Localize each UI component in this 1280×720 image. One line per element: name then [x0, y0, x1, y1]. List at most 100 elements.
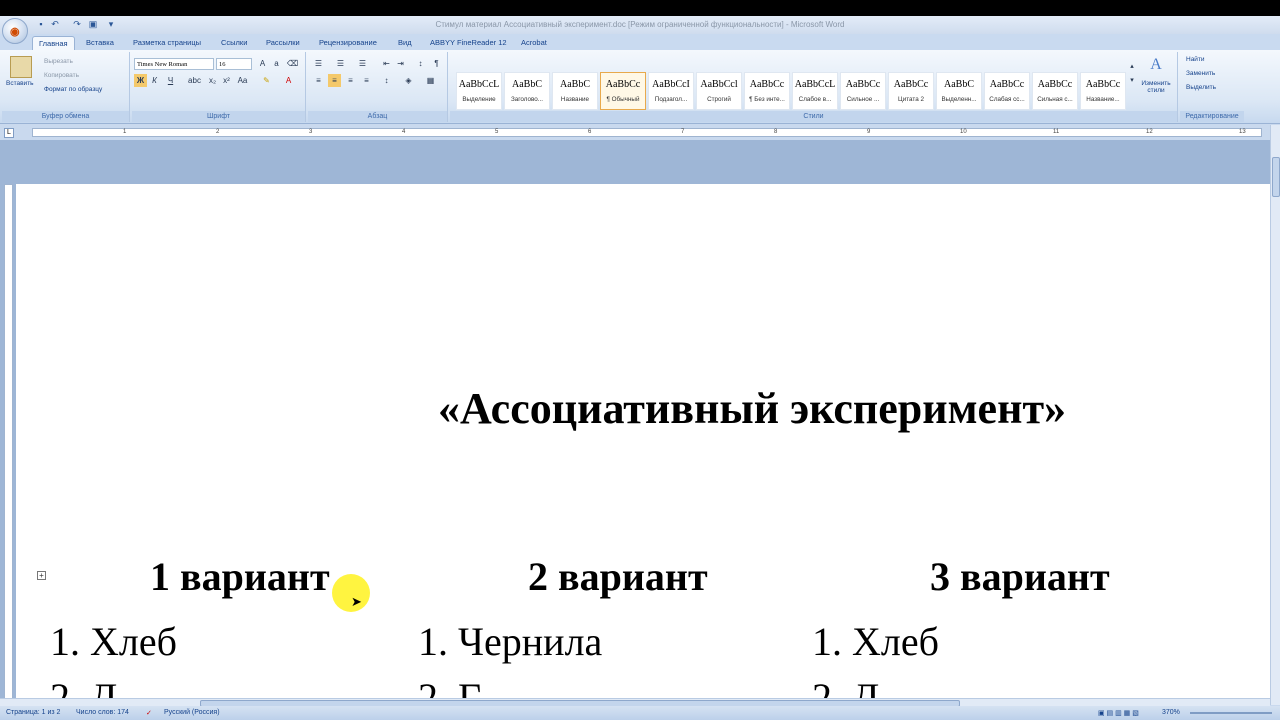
style-item[interactable]: AaBbCc Цитата 2	[888, 72, 934, 110]
proofing-icon[interactable]: ✓	[146, 709, 152, 717]
numbering-icon[interactable]: ☰	[334, 57, 347, 70]
vertical-scroll-thumb[interactable]	[1272, 157, 1280, 197]
line-spacing-icon[interactable]: ↕	[380, 74, 393, 87]
paste-button[interactable]: Вставить	[6, 80, 34, 87]
font-color-icon[interactable]: A	[282, 74, 295, 87]
italic-button[interactable]: К	[148, 74, 161, 87]
find-button[interactable]: Найти	[1186, 56, 1205, 63]
style-item[interactable]: AaBbCc Сильное ...	[840, 72, 886, 110]
align-left-icon[interactable]: ≡	[312, 74, 325, 87]
view-buttons-icon[interactable]: ▣ ▤ ▥ ▦ ▧	[1098, 709, 1139, 717]
style-item[interactable]: AaBbCc ¶ Без инте...	[744, 72, 790, 110]
editing-group: Найти Заменить Выделить Редактирование	[1180, 52, 1244, 122]
shading-icon[interactable]: ◈	[402, 74, 415, 87]
underline-button[interactable]: Ч	[164, 74, 177, 87]
style-item[interactable]: AaBbCc Сильная с...	[1032, 72, 1078, 110]
status-bar: Страница: 1 из 2 Число слов: 174 ✓ Русск…	[0, 706, 1280, 720]
style-sample: AaBbCc	[1037, 79, 1073, 90]
customize-qat-icon[interactable]: ▾	[106, 19, 116, 29]
editing-group-label: Редактирование	[1180, 111, 1244, 122]
style-item[interactable]: AaBbC Заголово...	[504, 72, 550, 110]
print-icon[interactable]: ▣	[88, 19, 98, 29]
style-item[interactable]: AaBbCcL Слабое в...	[792, 72, 838, 110]
align-center-icon[interactable]: ≡	[328, 74, 341, 87]
tab-review[interactable]: Рецензирование	[313, 36, 383, 50]
tab-abbyy[interactable]: ABBYY FineReader 12	[424, 36, 513, 50]
tab-home[interactable]: Главная	[32, 36, 75, 50]
zoom-level[interactable]: 370%	[1162, 709, 1180, 716]
strikethrough-icon[interactable]: abc	[188, 74, 201, 87]
borders-icon[interactable]: ▦	[424, 74, 437, 87]
superscript-icon[interactable]: x²	[220, 74, 233, 87]
style-item[interactable]: AaBbCc ¶ Обычный	[600, 72, 646, 110]
align-right-icon[interactable]: ≡	[344, 74, 357, 87]
style-name: Выделенн...	[941, 96, 977, 103]
paragraph-group: ☰ ☰ ☰ ⇤ ⇥ ↕ ¶ ≡ ≡ ≡ ≡ ↕ ◈ ▦ Абзац	[308, 52, 448, 122]
page-indicator[interactable]: Страница: 1 из 2	[6, 709, 60, 716]
subscript-icon[interactable]: x₂	[206, 74, 219, 87]
tab-page-layout[interactable]: Разметка страницы	[127, 36, 207, 50]
decrease-indent-icon[interactable]: ⇤	[380, 57, 393, 70]
replace-button[interactable]: Заменить	[1186, 70, 1215, 77]
ruler-number: 10	[960, 129, 967, 135]
tab-view[interactable]: Вид	[392, 36, 418, 50]
document-page[interactable]: «Ассоциативный эксперимент» 1 вариант 2 …	[16, 184, 1270, 698]
style-item[interactable]: AaBbCcL Выделение	[456, 72, 502, 110]
select-button[interactable]: Выделить	[1186, 84, 1216, 91]
style-name: Слабое в...	[798, 96, 832, 103]
style-name: ¶ Обычный	[606, 96, 640, 103]
style-item[interactable]: AaBbC Выделенн...	[936, 72, 982, 110]
tab-acrobat[interactable]: Acrobat	[515, 36, 553, 50]
style-sample: AaBbCc	[1085, 79, 1121, 90]
sort-icon[interactable]: ↕	[414, 57, 427, 70]
office-logo-icon: ◉	[10, 26, 20, 38]
clear-format-icon[interactable]: ⌫	[286, 57, 299, 70]
word-count[interactable]: Число слов: 174	[76, 709, 129, 716]
change-styles-icon[interactable]: A	[1147, 57, 1165, 76]
zoom-slider[interactable]	[1190, 712, 1272, 714]
mouse-pointer-icon: ➤	[351, 594, 362, 609]
format-painter-button[interactable]: Формат по образцу	[44, 86, 102, 93]
style-name: Название	[560, 96, 590, 103]
vertical-scrollbar[interactable]	[1270, 125, 1280, 705]
font-size-combo[interactable]: 16	[216, 58, 252, 70]
style-item[interactable]: AaBbCc Слабая сс...	[984, 72, 1030, 110]
multilevel-list-icon[interactable]: ☰	[356, 57, 369, 70]
redo-icon[interactable]: ↷	[72, 19, 82, 29]
highlight-icon[interactable]: ✎	[260, 74, 273, 87]
tab-insert[interactable]: Вставка	[80, 36, 120, 50]
horizontal-ruler[interactable]: L 1 2 3 4 5 6 7 8 9 10 11 12 13	[0, 125, 1270, 140]
increase-indent-icon[interactable]: ⇥	[394, 57, 407, 70]
tab-mailings[interactable]: Рассылки	[260, 36, 306, 50]
bold-button[interactable]: Ж	[134, 74, 147, 87]
style-item[interactable]: AaBbCcl Строгий	[696, 72, 742, 110]
font-family-combo[interactable]: Times New Roman	[134, 58, 214, 70]
style-name: Сильное ...	[846, 96, 880, 103]
shrink-font-icon[interactable]: a	[270, 57, 283, 70]
show-marks-icon[interactable]: ¶	[430, 57, 443, 70]
grow-font-icon[interactable]: A	[256, 57, 269, 70]
language-indicator[interactable]: Русский (Россия)	[164, 709, 220, 716]
bullets-icon[interactable]: ☰	[312, 57, 325, 70]
ruler-number: 3	[309, 129, 313, 135]
copy-button[interactable]: Копировать	[44, 72, 79, 79]
table-move-handle-icon[interactable]: +	[37, 571, 46, 580]
save-icon[interactable]: ▪	[36, 19, 46, 29]
clipboard-group-label: Буфер обмена	[2, 111, 129, 122]
cut-button[interactable]: Вырезать	[44, 58, 73, 65]
justify-icon[interactable]: ≡	[360, 74, 373, 87]
change-styles-button[interactable]: Изменить стили	[1134, 80, 1178, 94]
list-item: 2. Д	[812, 675, 880, 698]
paste-icon[interactable]	[10, 56, 32, 78]
style-item[interactable]: AaBbCcI Подзагол...	[648, 72, 694, 110]
tab-selector-icon[interactable]: L	[4, 128, 14, 138]
change-case-icon[interactable]: Aa	[236, 74, 249, 87]
style-sample: AaBbCc	[749, 79, 785, 90]
styles-scroll-up-icon[interactable]: ▴	[1126, 60, 1138, 73]
style-item[interactable]: AaBbC Название	[552, 72, 598, 110]
office-button[interactable]: ◉	[2, 18, 28, 44]
ruler-number: 13	[1239, 129, 1246, 135]
undo-icon[interactable]: ↶	[50, 19, 60, 29]
style-item[interactable]: AaBbCc Название...	[1080, 72, 1126, 110]
tab-references[interactable]: Ссылки	[215, 36, 253, 50]
